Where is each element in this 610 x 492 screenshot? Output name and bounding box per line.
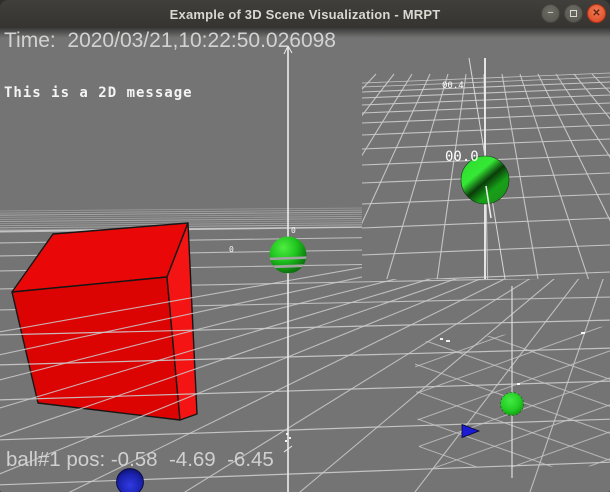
main-3d-viewport[interactable]: 0 0 00.4 00.0 bbox=[0, 28, 610, 492]
blue-ball bbox=[117, 469, 144, 492]
minimize-button[interactable]: − bbox=[541, 4, 560, 23]
window-title: Example of 3D Scene Visualization - MRPT bbox=[170, 7, 441, 22]
origin-tick-label: 0 bbox=[291, 226, 296, 235]
inset-tick-far: 00.4 bbox=[442, 81, 464, 91]
maximize-icon bbox=[570, 10, 577, 17]
blue-arrow bbox=[462, 425, 479, 438]
close-icon: ✕ bbox=[592, 9, 600, 19]
inset-viewport[interactable]: 00.4 00.0 bbox=[362, 28, 610, 279]
green-ball-main bbox=[266, 237, 310, 276]
maximize-button[interactable] bbox=[564, 4, 583, 23]
inset-3d-scene: 00.4 00.0 bbox=[362, 28, 610, 279]
axis-tick-label: 0 bbox=[229, 245, 234, 254]
titlebar[interactable]: Example of 3D Scene Visualization - MRPT… bbox=[0, 0, 610, 29]
inset-tick-near: 00.0 bbox=[445, 149, 479, 165]
app-window: Example of 3D Scene Visualization - MRPT… bbox=[0, 0, 610, 492]
green-ball-small bbox=[501, 393, 524, 416]
red-cube bbox=[12, 223, 197, 420]
close-button[interactable]: ✕ bbox=[587, 4, 606, 23]
minimize-icon: − bbox=[547, 8, 553, 19]
window-controls: − ✕ bbox=[541, 4, 606, 23]
